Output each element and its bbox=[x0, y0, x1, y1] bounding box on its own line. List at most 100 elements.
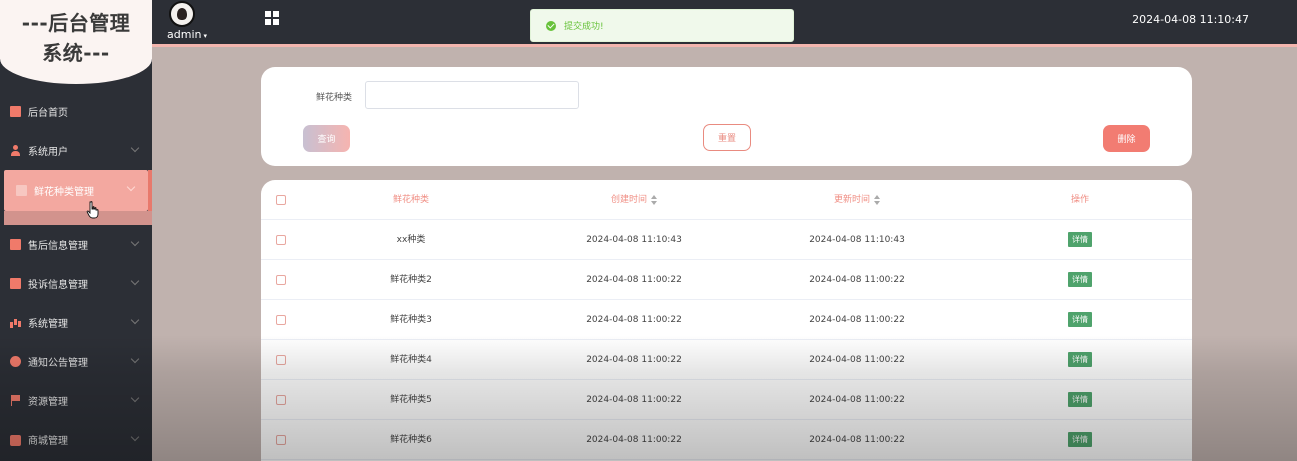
sidebar-item-label: 资源管理 bbox=[28, 397, 68, 408]
info-icon bbox=[10, 356, 21, 367]
header-accent-line bbox=[152, 44, 1297, 47]
cell-actions: 详情 bbox=[1000, 380, 1160, 420]
column-label: 更新时间 bbox=[833, 195, 870, 205]
caret-down-icon: ▾ bbox=[203, 32, 207, 40]
chevron-down-icon bbox=[130, 315, 140, 325]
detail-button[interactable]: 详情 bbox=[1068, 312, 1092, 327]
cell-created: 2024-04-08 11:00:22 bbox=[586, 395, 682, 405]
cell-actions: 详情 bbox=[1000, 340, 1160, 380]
sidebar-item-system-users[interactable]: 系统用户 bbox=[0, 131, 152, 170]
cell-actions: 详情 bbox=[1000, 300, 1160, 340]
sidebar-item-shop[interactable]: 商城管理 bbox=[0, 420, 152, 459]
row-checkbox[interactable] bbox=[275, 420, 286, 460]
cell-actions: 详情 bbox=[1000, 260, 1160, 300]
flag-icon bbox=[10, 395, 21, 406]
flower-category-input[interactable] bbox=[365, 81, 579, 109]
detail-button[interactable]: 详情 bbox=[1068, 232, 1092, 247]
sidebar-item-label: 系统用户 bbox=[28, 147, 68, 158]
chart-icon bbox=[10, 278, 21, 289]
cell-category: 鲜花种类5 bbox=[390, 395, 432, 405]
chevron-down-icon bbox=[130, 393, 140, 403]
column-header-updated[interactable]: 更新时间 bbox=[777, 180, 937, 220]
column-label: 创建时间 bbox=[610, 195, 647, 205]
sidebar-item-label: 鲜花种类管理 bbox=[34, 187, 94, 198]
row-checkbox[interactable] bbox=[275, 260, 286, 300]
sidebar-item-announcements[interactable]: 通知公告管理 bbox=[0, 342, 152, 381]
row-checkbox[interactable] bbox=[275, 340, 286, 380]
shop-icon bbox=[10, 435, 21, 446]
logo-text: ---后台管理 系统--- bbox=[6, 8, 146, 68]
table-row: 鲜花种类2 2024-04-08 11:00:22 2024-04-08 11:… bbox=[261, 260, 1192, 300]
cell-created: 2024-04-08 11:00:22 bbox=[586, 275, 682, 285]
table-row: 鲜花种类3 2024-04-08 11:00:22 2024-04-08 11:… bbox=[261, 300, 1192, 340]
cell-created: 2024-04-08 11:00:22 bbox=[586, 355, 682, 365]
username: admin bbox=[167, 28, 202, 41]
apps-grid-icon[interactable] bbox=[265, 11, 279, 25]
header-datetime: 2024-04-08 11:10:47 bbox=[1132, 13, 1249, 26]
cell-actions: 详情 bbox=[1000, 420, 1160, 460]
user-menu[interactable]: admin ▾ bbox=[167, 28, 207, 41]
detail-button[interactable]: 详情 bbox=[1068, 272, 1092, 287]
select-all-checkbox[interactable] bbox=[275, 180, 286, 220]
search-panel: 鲜花种类 查询 重置 删除 bbox=[261, 67, 1192, 166]
chart-icon bbox=[16, 185, 27, 196]
sort-icon[interactable] bbox=[651, 194, 657, 205]
cell-created: 2024-04-08 11:00:22 bbox=[586, 435, 682, 445]
cell-updated: 2024-04-08 11:10:43 bbox=[809, 235, 905, 245]
sidebar-item-after-sales[interactable]: 售后信息管理 bbox=[0, 225, 152, 264]
cell-updated: 2024-04-08 11:00:22 bbox=[809, 355, 905, 365]
table-row: 鲜花种类6 2024-04-08 11:00:22 2024-04-08 11:… bbox=[261, 420, 1192, 460]
sidebar-item-label: 售后信息管理 bbox=[28, 241, 88, 252]
cell-category: 鲜花种类2 bbox=[390, 275, 432, 285]
sidebar-item-home[interactable]: 后台首页 bbox=[0, 92, 152, 131]
column-header-created[interactable]: 创建时间 bbox=[554, 180, 714, 220]
row-checkbox[interactable] bbox=[275, 220, 286, 260]
cell-created: 2024-04-08 11:10:43 bbox=[586, 235, 682, 245]
delete-button[interactable]: 删除 bbox=[1103, 125, 1150, 152]
logo-line-2: 系统--- bbox=[42, 41, 110, 65]
screen-icon bbox=[10, 106, 21, 117]
data-table: 鲜花种类 创建时间 更新时间 操作 xx种类 2024-04-08 11:10:… bbox=[261, 180, 1192, 461]
search-label: 鲜花种类 bbox=[316, 93, 353, 103]
cell-category: 鲜花种类3 bbox=[390, 315, 432, 325]
column-header-category: 鲜花种类 bbox=[392, 195, 429, 205]
hand-cursor-icon bbox=[86, 201, 99, 219]
submenu-strip[interactable] bbox=[4, 211, 152, 225]
cell-created: 2024-04-08 11:00:22 bbox=[586, 315, 682, 325]
sidebar-item-label: 商城管理 bbox=[28, 436, 68, 447]
chevron-down-icon bbox=[126, 182, 136, 192]
check-circle-icon bbox=[546, 20, 556, 31]
sort-icon[interactable] bbox=[874, 194, 880, 205]
table-row: xx种类 2024-04-08 11:10:43 2024-04-08 11:1… bbox=[261, 220, 1192, 260]
avatar[interactable] bbox=[169, 1, 195, 27]
chevron-down-icon bbox=[130, 237, 140, 247]
table-header: 鲜花种类 创建时间 更新时间 操作 bbox=[261, 180, 1192, 220]
cell-updated: 2024-04-08 11:00:22 bbox=[809, 275, 905, 285]
detail-button[interactable]: 详情 bbox=[1068, 392, 1092, 407]
reset-button[interactable]: 重置 bbox=[703, 124, 751, 151]
query-button[interactable]: 查询 bbox=[303, 125, 350, 152]
logo-line-1: ---后台管理 bbox=[21, 11, 131, 35]
detail-button[interactable]: 详情 bbox=[1068, 432, 1092, 447]
sidebar-item-resources[interactable]: 资源管理 bbox=[0, 381, 152, 420]
chevron-down-icon bbox=[130, 143, 140, 153]
row-checkbox[interactable] bbox=[275, 300, 286, 340]
column-header-actions: 操作 bbox=[1070, 195, 1089, 205]
detail-button[interactable]: 详情 bbox=[1068, 352, 1092, 367]
sidebar-item-label: 通知公告管理 bbox=[28, 358, 88, 369]
chevron-down-icon bbox=[130, 432, 140, 442]
sidebar-item-flower-category[interactable]: 鲜花种类管理 bbox=[4, 170, 152, 211]
cell-actions: 详情 bbox=[1000, 220, 1160, 260]
toast-message: 提交成功! bbox=[564, 22, 604, 32]
sidebar-item-system-management[interactable]: 系统管理 bbox=[0, 303, 152, 342]
sidebar-item-complaints[interactable]: 投诉信息管理 bbox=[0, 264, 152, 303]
row-checkbox[interactable] bbox=[275, 380, 286, 420]
cell-updated: 2024-04-08 11:00:22 bbox=[809, 435, 905, 445]
user-icon bbox=[10, 145, 21, 156]
chart-icon bbox=[10, 239, 21, 250]
sidebar-item-label: 系统管理 bbox=[28, 319, 68, 330]
cell-updated: 2024-04-08 11:00:22 bbox=[809, 395, 905, 405]
chevron-down-icon bbox=[130, 354, 140, 364]
sidebar: ---后台管理 系统--- 后台首页 系统用户 鲜花种类管理 售后信息管理 投诉… bbox=[0, 0, 152, 461]
cell-category: 鲜花种类4 bbox=[390, 355, 432, 365]
